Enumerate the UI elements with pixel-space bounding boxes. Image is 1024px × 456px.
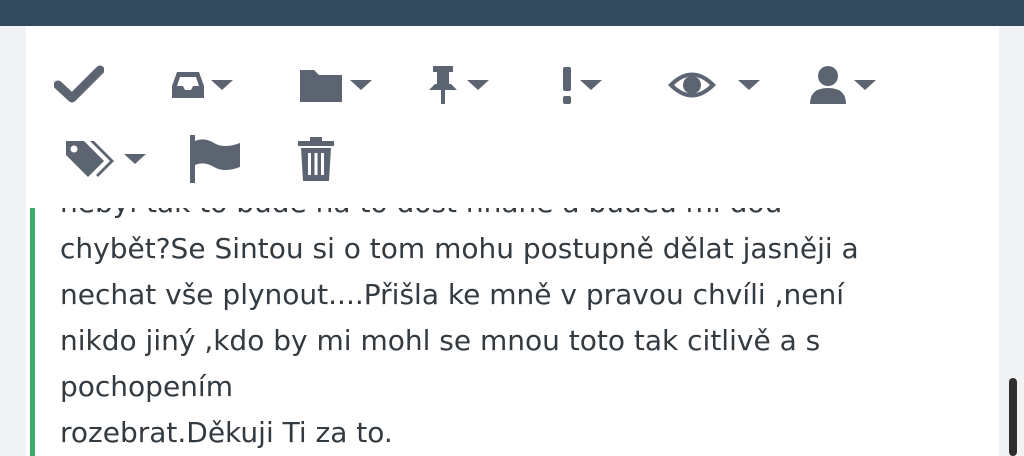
- chevron-down-icon: [738, 80, 760, 90]
- user-icon: [810, 66, 846, 104]
- message-body: nebyl tak to bude na to dost hnaně a bud…: [26, 208, 999, 456]
- move-to-folder-button[interactable]: [298, 60, 372, 110]
- chevron-down-icon: [854, 80, 876, 90]
- message-line: chybět?Se Sintou si o tom mohu postupně …: [60, 232, 859, 265]
- chevron-down-icon: [350, 80, 372, 90]
- scrollbar[interactable]: [1009, 378, 1017, 456]
- message-line: nechat vše plynout....Přišla ke mně v pr…: [60, 278, 844, 311]
- message-line: nikdo jiný ,kdo by mi mohl se mnou toto …: [60, 324, 821, 357]
- tags-button[interactable]: [64, 134, 146, 184]
- pin-icon: [429, 66, 457, 104]
- message-toolbar: [26, 26, 999, 206]
- read-status-button[interactable]: [666, 60, 760, 110]
- chevron-down-icon: [580, 80, 602, 90]
- pin-button[interactable]: [425, 60, 489, 110]
- eye-icon: [668, 72, 716, 98]
- delete-button[interactable]: [296, 134, 336, 184]
- trash-icon: [298, 137, 334, 181]
- message-panel: nebyl tak to bude na to dost hnaně a bud…: [26, 26, 999, 456]
- inbox-icon: [172, 72, 204, 98]
- priority-button[interactable]: [560, 60, 602, 110]
- folder-icon: [300, 70, 342, 102]
- chevron-down-icon: [467, 80, 489, 90]
- check-icon: [54, 65, 104, 103]
- message-line: nebyl tak to bude na to dost hnaně a bud…: [60, 208, 960, 226]
- message-line: rozebrat.Děkuji Ti za to.: [60, 416, 393, 449]
- priority-icon: [563, 67, 571, 104]
- chevron-down-icon: [124, 154, 146, 164]
- flag-button[interactable]: [188, 134, 242, 184]
- mark-done-button[interactable]: [54, 60, 104, 110]
- assign-user-button[interactable]: [808, 60, 876, 110]
- top-header-bar: [0, 0, 1024, 26]
- message-text: nebyl tak to bude na to dost hnaně a bud…: [60, 208, 960, 456]
- tags-icon: [66, 141, 114, 177]
- message-line: pochopením: [60, 370, 233, 403]
- chevron-down-icon: [211, 80, 233, 90]
- flag-icon: [190, 135, 240, 183]
- inbox-button[interactable]: [171, 60, 233, 110]
- message-accent-bar: [30, 208, 35, 456]
